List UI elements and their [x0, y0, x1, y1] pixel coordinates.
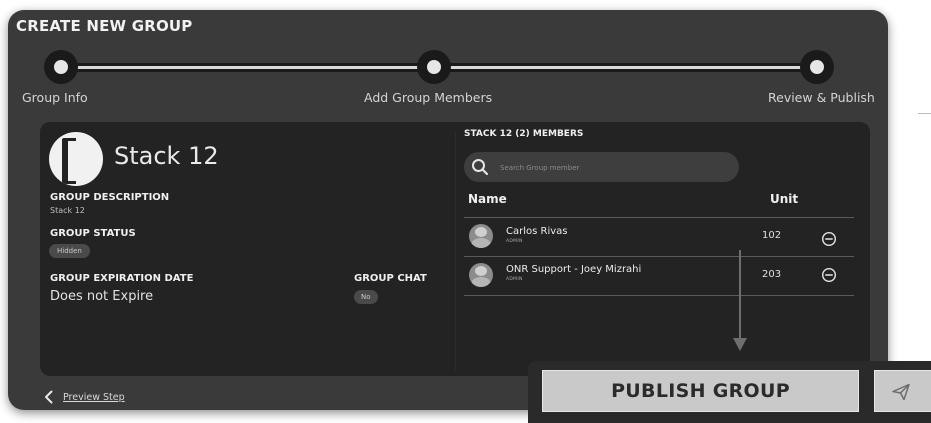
step-label-review-publish[interactable]: Review & Publish	[768, 90, 875, 105]
avatar-body	[471, 238, 491, 248]
member-role: ADMIN	[506, 277, 523, 282]
search-input[interactable]	[498, 159, 732, 177]
table-row: ONR Support - Joey Mizrahi ADMIN 203	[464, 259, 854, 295]
status-badge: Hidden	[49, 244, 90, 258]
group-chat-badge: No	[354, 290, 378, 304]
publish-group-button[interactable]: PUBLISH GROUP	[542, 370, 859, 412]
group-status-label: GROUP STATUS	[50, 228, 136, 239]
group-logo-icon	[49, 132, 103, 186]
minus-circle-icon[interactable]	[821, 267, 837, 283]
header-divider	[464, 217, 854, 218]
annotation-arrow-line	[739, 250, 741, 340]
group-description-label: GROUP DESCRIPTION	[50, 192, 170, 203]
group-expiration-value: Does not Expire	[50, 289, 154, 304]
preview-step-label[interactable]: Preview Step	[63, 392, 125, 403]
avatar	[469, 224, 493, 248]
column-header-name: Name	[468, 192, 507, 206]
group-description-value: Stack 12	[50, 206, 85, 215]
step-node-add-members[interactable]	[417, 50, 451, 84]
members-section: STACK 12 (2) MEMBERS Name Unit Carlos Ri…	[456, 122, 870, 376]
step-dot	[54, 60, 68, 74]
logo-mark-inner	[68, 141, 76, 181]
chevron-left-icon	[45, 390, 53, 404]
table-row: Carlos Rivas ADMIN 102	[464, 220, 854, 256]
avatar-body	[471, 277, 491, 287]
member-unit: 203	[762, 269, 782, 280]
avatar-head	[475, 266, 487, 276]
send-button[interactable]	[874, 370, 931, 412]
column-header-unit: Unit	[770, 192, 799, 206]
avatar	[469, 263, 493, 287]
group-summary: Stack 12 GROUP DESCRIPTION Stack 12 GROU…	[40, 122, 455, 376]
group-name: Stack 12	[114, 142, 219, 170]
group-chat-label: GROUP CHAT	[354, 273, 427, 284]
step-node-group-info[interactable]	[44, 50, 78, 84]
preview-step-link[interactable]: Preview Step	[44, 388, 125, 406]
group-expiration-label: GROUP EXPIRATION DATE	[50, 273, 194, 284]
member-unit: 102	[762, 230, 782, 241]
search-icon	[472, 159, 489, 176]
page-title: CREATE NEW GROUP	[16, 17, 193, 35]
row-divider	[464, 256, 854, 257]
decorative-dash	[918, 113, 931, 114]
member-search	[464, 152, 739, 182]
members-title: STACK 12 (2) MEMBERS	[464, 129, 584, 139]
publish-callout: PUBLISH GROUP	[528, 361, 931, 423]
step-node-review-publish[interactable]	[800, 50, 834, 84]
step-dot	[810, 60, 824, 74]
step-label-group-info[interactable]: Group Info	[22, 90, 88, 105]
avatar-head	[475, 227, 487, 237]
minus-circle-icon[interactable]	[821, 231, 837, 247]
row-divider	[464, 295, 854, 296]
paper-plane-icon	[892, 383, 910, 401]
create-group-card: CREATE NEW GROUP Group Info Add Group Me…	[8, 10, 888, 410]
annotation-arrow-head	[733, 338, 747, 351]
member-role: ADMIN	[506, 239, 523, 244]
member-name: Carlos Rivas	[506, 226, 568, 237]
member-name: ONR Support - Joey Mizrahi	[506, 264, 642, 275]
step-label-add-members[interactable]: Add Group Members	[364, 90, 492, 105]
step-dot	[427, 60, 441, 74]
